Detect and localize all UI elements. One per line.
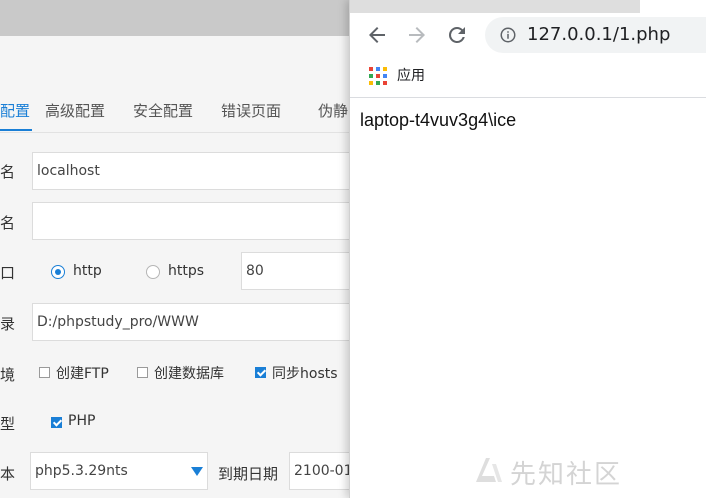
expire-date-input[interactable]: 2100-01 — [289, 452, 350, 490]
apps-bookmark-label[interactable]: 应用 — [397, 57, 425, 95]
address-bar[interactable]: 127.0.0.1/1.php — [485, 17, 706, 53]
sync-hosts-label: 同步hosts — [272, 366, 338, 382]
active-tab-indicator — [0, 129, 32, 131]
http-radio-label: http — [73, 263, 102, 279]
url-text: 127.0.0.1/1.php — [527, 24, 671, 45]
phpstudy-site-dialog: 配置 高级配置 安全配置 错误页面 伪静 域名 localhost 域名 端口 … — [0, 0, 350, 498]
bookmarks-bar: 应用 — [350, 57, 706, 98]
php-checkbox[interactable] — [51, 417, 62, 428]
tab-advanced-config[interactable]: 高级配置 — [45, 90, 105, 132]
tab-security-config[interactable]: 安全配置 — [133, 90, 193, 132]
apps-grid-icon[interactable] — [369, 67, 387, 85]
watermark-logo-icon — [476, 458, 502, 482]
tab-label: 高级配置 — [45, 102, 106, 120]
port-label: 端口 — [0, 264, 16, 282]
https-radio[interactable] — [146, 265, 160, 279]
dialog-backdrop — [0, 0, 350, 36]
dialog-title-bar — [0, 36, 350, 90]
domain-input[interactable]: localhost — [32, 152, 350, 190]
forward-arrow-icon[interactable] — [405, 23, 429, 47]
create-ftp-checkbox[interactable] — [39, 367, 50, 378]
php-version-select[interactable]: php5.3.29nts — [30, 452, 208, 490]
tab-rewrite[interactable]: 伪静 — [318, 90, 348, 132]
page-output-text: laptop-t4vuv3g4\ice — [360, 110, 517, 130]
second-domain-input[interactable] — [32, 202, 350, 240]
create-database-checkbox[interactable] — [137, 367, 148, 378]
php-label: PHP — [68, 413, 96, 429]
env-label: 环境 — [0, 366, 16, 384]
root-dir-input[interactable]: D:/phpstudy_pro/WWW — [32, 303, 350, 341]
watermark-text: 先知社区 — [510, 460, 623, 490]
active-tab[interactable] — [640, 0, 706, 13]
browser-window: 127.0.0.1/1.php 应用 laptop-t4vuv3g4\ice 先… — [349, 0, 706, 498]
sync-hosts-checkbox[interactable] — [255, 367, 266, 378]
tab-label: 伪静 — [318, 102, 349, 120]
tab-strip — [350, 0, 706, 13]
chevron-down-icon — [191, 467, 203, 476]
tab-error-pages[interactable]: 错误页面 — [221, 90, 281, 132]
config-tabs: 配置 高级配置 安全配置 错误页面 伪静 — [0, 90, 350, 133]
create-database-label: 创建数据库 — [154, 366, 224, 382]
tab-label: 配置 — [0, 102, 31, 120]
domain-label: 域名 — [0, 163, 16, 181]
reload-icon[interactable] — [445, 23, 469, 47]
port-input[interactable]: 80 — [241, 252, 350, 290]
browser-toolbar: 127.0.0.1/1.php — [350, 13, 706, 57]
info-icon[interactable] — [499, 26, 517, 44]
tab-label: 错误页面 — [221, 102, 282, 120]
watermark: 先知社区 — [476, 454, 623, 491]
https-radio-label: https — [168, 263, 205, 279]
expire-date-label: 到期日期 — [218, 465, 279, 483]
tab-label: 安全配置 — [133, 102, 194, 120]
version-label: 版本 — [0, 465, 16, 483]
root-dir-label: 目录 — [0, 315, 16, 333]
http-radio[interactable] — [51, 265, 65, 279]
second-domain-label: 域名 — [0, 214, 16, 232]
back-arrow-icon[interactable] — [365, 23, 389, 47]
php-version-value: php5.3.29nts — [35, 463, 128, 479]
tab-basic-config[interactable]: 配置 — [0, 90, 32, 132]
create-ftp-label: 创建FTP — [56, 366, 109, 382]
type-label: 类型 — [0, 415, 16, 433]
